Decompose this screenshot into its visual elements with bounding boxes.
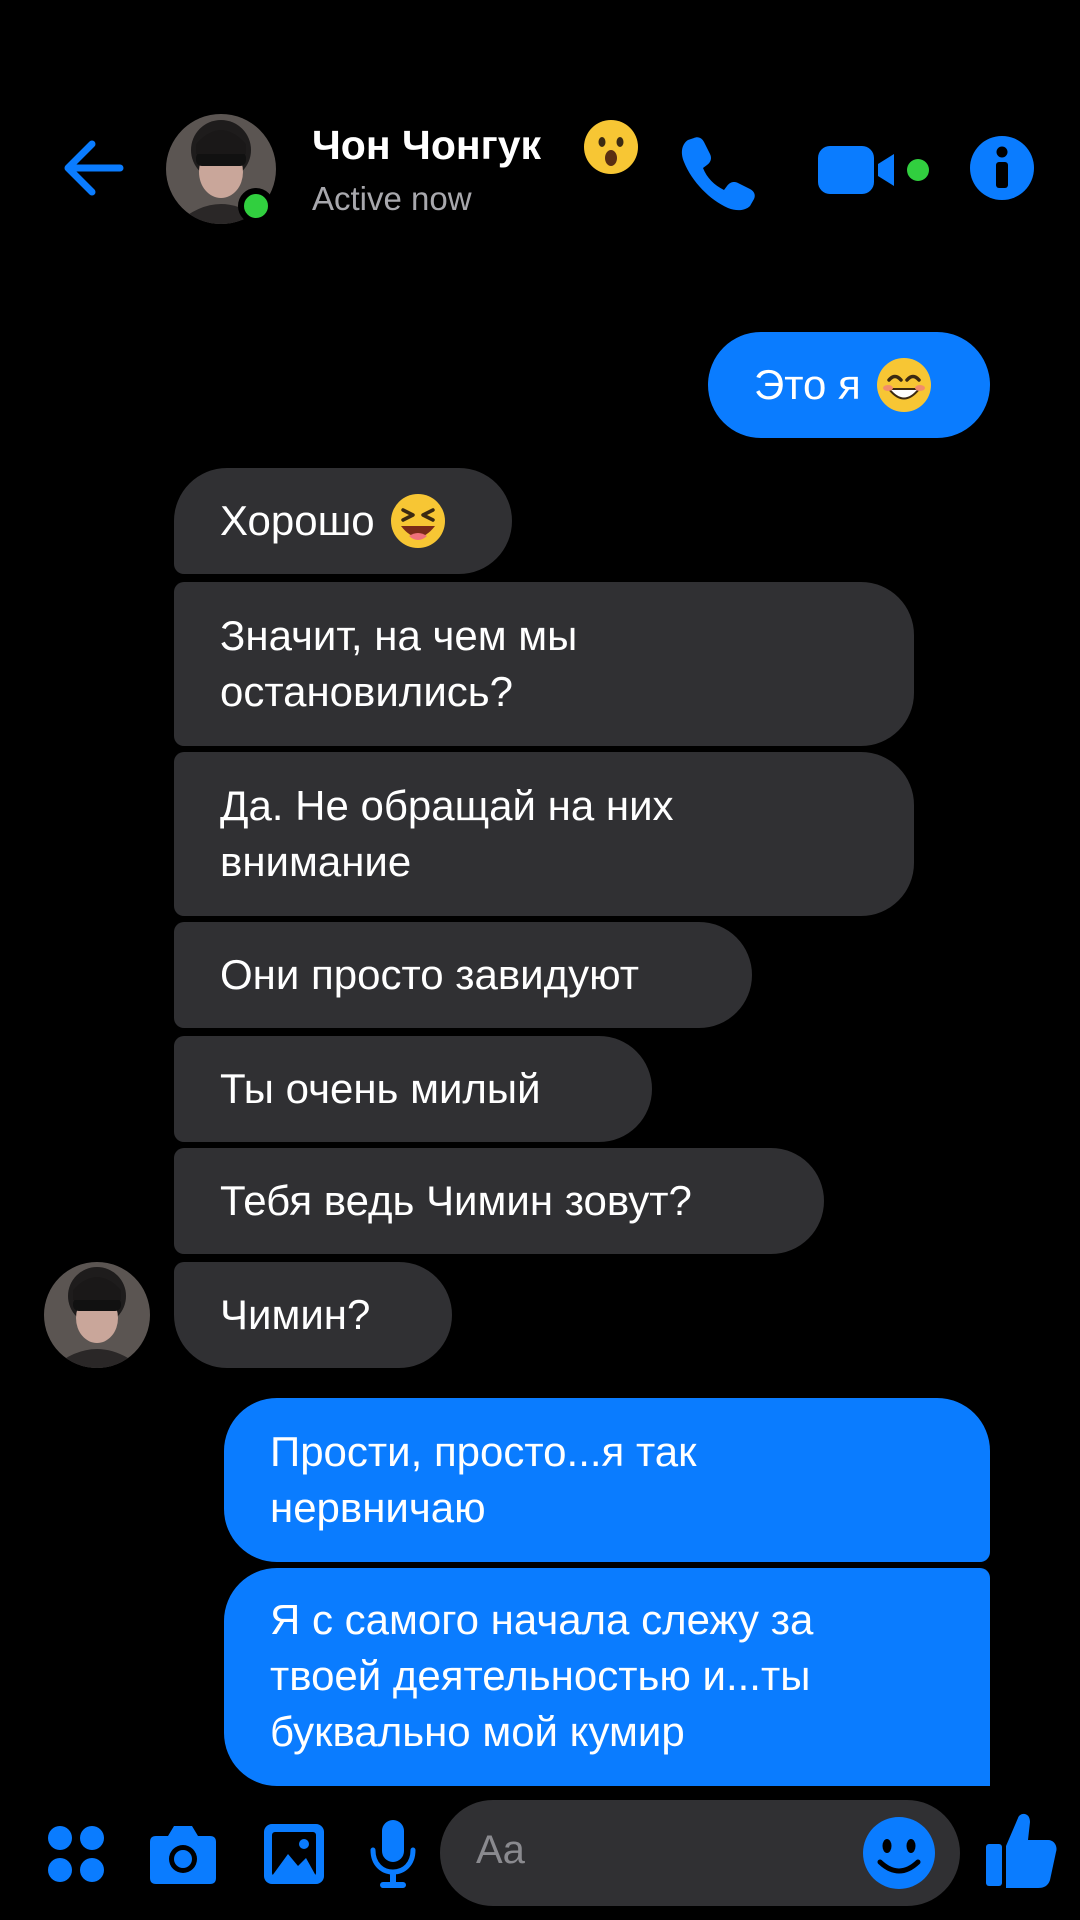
- message-bubble-incoming[interactable]: Тебя ведь Чимин зовут?: [174, 1148, 824, 1254]
- message-text: Ты очень милый: [220, 1065, 541, 1112]
- phone-icon[interactable]: [676, 130, 758, 212]
- message-bubble-incoming[interactable]: Чимин?: [174, 1262, 452, 1368]
- message-bubble-outgoing[interactable]: Я с самого начала слежу за твоей деятель…: [224, 1568, 990, 1786]
- message-input-placeholder: Aa: [476, 1828, 525, 1872]
- message-bubble-incoming[interactable]: Они просто завидуют: [174, 922, 752, 1028]
- microphone-icon[interactable]: [368, 1818, 418, 1890]
- chat-screen: Чон Чонгук Active now Это я Хорошо Значи…: [0, 0, 1080, 1920]
- message-text: Да. Не обращай на них внимание: [220, 782, 674, 885]
- message-bubble-incoming[interactable]: Да. Не обращай на них внимание: [174, 752, 914, 916]
- message-text: Это я: [754, 361, 861, 408]
- emoji-icon[interactable]: [856, 1810, 942, 1896]
- message-text: Значит, на чем мы остановились?: [220, 612, 578, 715]
- message-text: Чимин?: [220, 1291, 371, 1338]
- message-bubble-incoming[interactable]: Ты очень милый: [174, 1036, 652, 1142]
- message-text: Они просто завидуют: [220, 951, 639, 998]
- message-text: Прости, просто...я так нервничаю: [270, 1428, 697, 1531]
- chat-header: Чон Чонгук Active now: [0, 100, 1080, 240]
- message-bubble-incoming[interactable]: Хорошо: [174, 468, 512, 574]
- message-bubble-incoming[interactable]: Значит, на чем мы остановились?: [174, 582, 914, 746]
- contact-name[interactable]: Чон Чонгук: [312, 122, 541, 169]
- hushed-face-emoji-icon: [582, 118, 640, 176]
- message-text: Хорошо: [220, 497, 375, 544]
- back-arrow-icon[interactable]: [58, 132, 130, 204]
- camera-icon[interactable]: [148, 1820, 218, 1886]
- active-status-dot: [238, 188, 274, 224]
- smiling-face-emoji-icon: [875, 356, 933, 414]
- message-text: Я с самого начала слежу за твоей деятель…: [270, 1596, 814, 1755]
- contact-avatar-small[interactable]: [44, 1262, 150, 1368]
- message-text: Тебя ведь Чимин зовут?: [220, 1177, 692, 1224]
- message-bubble-outgoing[interactable]: Прости, просто...я так нервничаю: [224, 1398, 990, 1562]
- thumbs-up-icon[interactable]: [984, 1810, 1058, 1890]
- message-input[interactable]: Aa: [440, 1800, 960, 1906]
- gallery-icon[interactable]: [262, 1822, 326, 1886]
- info-icon[interactable]: [968, 134, 1036, 202]
- apps-icon[interactable]: [46, 1824, 106, 1884]
- video-camera-icon[interactable]: [816, 140, 934, 200]
- message-bubble-outgoing[interactable]: Это я: [708, 332, 990, 438]
- squinting-laughing-face-emoji-icon: [389, 492, 447, 550]
- active-status-text: Active now: [312, 180, 472, 217]
